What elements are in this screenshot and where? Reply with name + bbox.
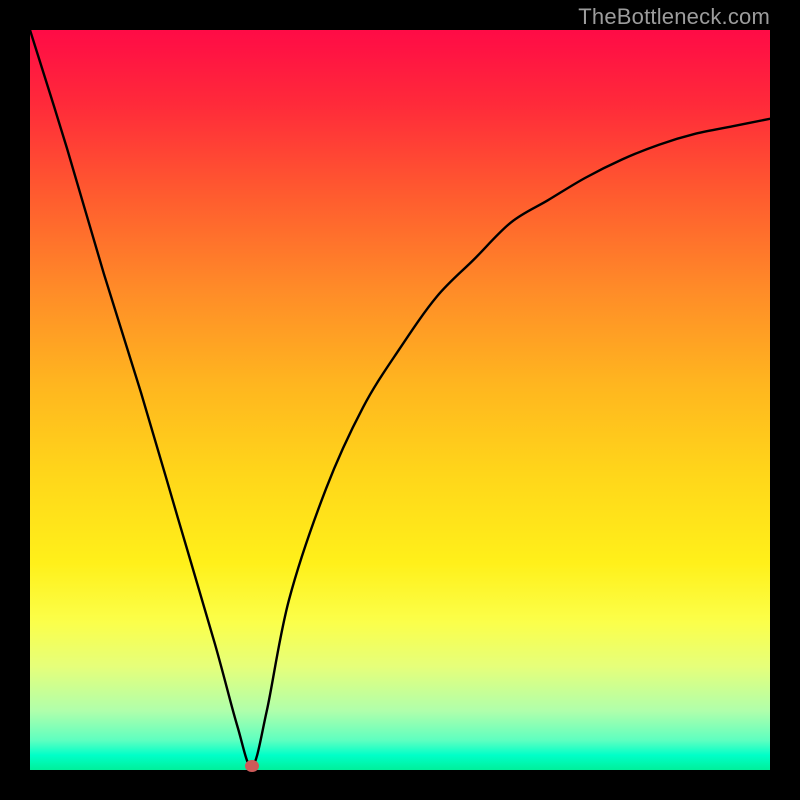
plot-area [30, 30, 770, 770]
watermark-text: TheBottleneck.com [578, 4, 770, 30]
bottleneck-curve [30, 30, 770, 770]
chart-container: TheBottleneck.com [0, 0, 800, 800]
optimal-point-marker [245, 760, 259, 772]
